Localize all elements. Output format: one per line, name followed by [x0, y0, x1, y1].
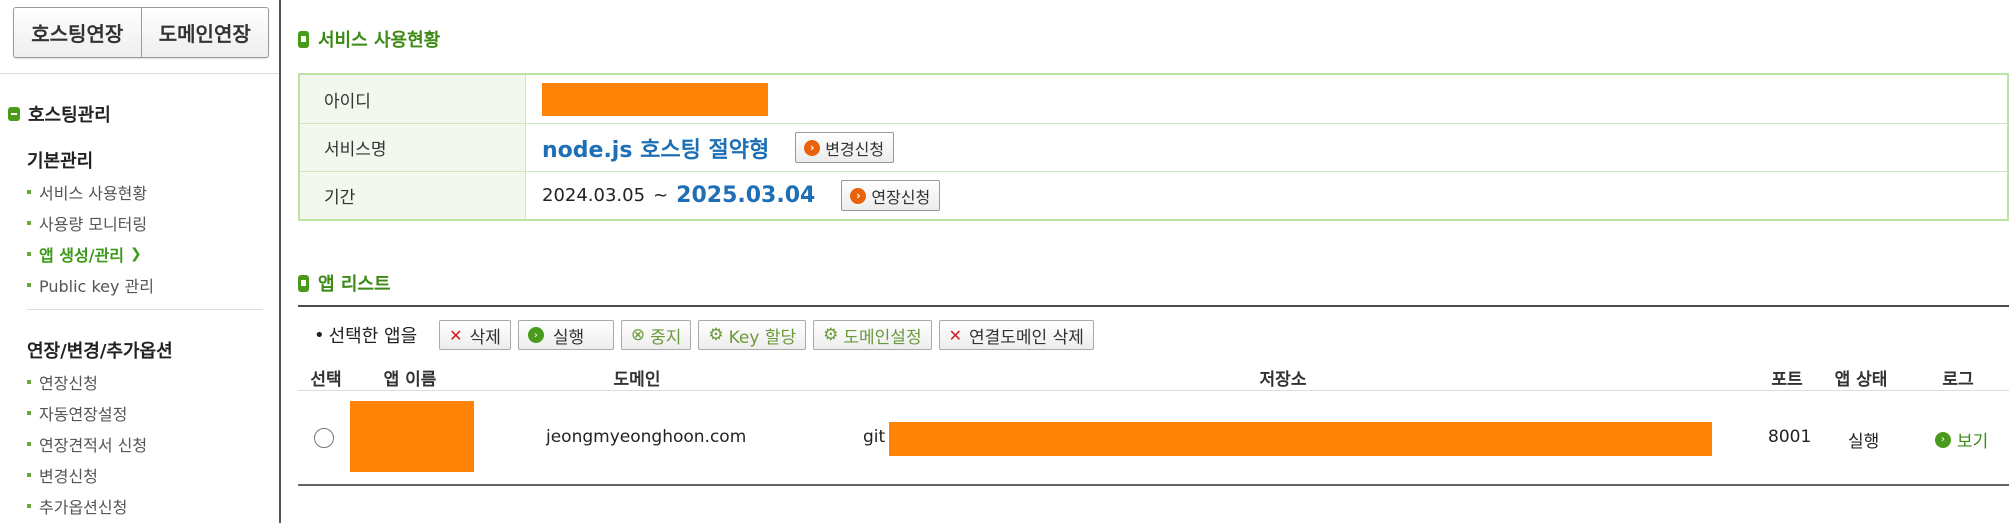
- id-label: 아이디: [300, 75, 526, 123]
- column-port: 포트: [1771, 370, 1803, 390]
- table-row: jeongmyeonghoon.com git 8001 실행 › 보기: [298, 392, 2009, 484]
- hosting-management-header: 호스팅관리: [8, 101, 111, 127]
- service-value: node.js 호스팅 절약형 › 변경신청: [526, 124, 2007, 171]
- sidebar: 호스팅연장 도메인연장 호스팅관리 기본관리 서비스 사용현황 사용량 모니터링…: [0, 0, 281, 523]
- usage-row-service: 서비스명 node.js 호스팅 절약형 › 변경신청: [300, 123, 2007, 171]
- section-bullet-icon: [298, 274, 309, 292]
- app-domain: jeongmyeonghoon.com: [546, 427, 747, 447]
- column-app-name: 앱 이름: [383, 370, 437, 390]
- assign-key-button[interactable]: ⚙ Key 할당: [698, 320, 807, 350]
- sidebar-item-public-key[interactable]: Public key 관리: [27, 269, 154, 300]
- service-usage-heading: 서비스 사용현황: [298, 26, 440, 52]
- extension-options-list: 연장신청 자동연장설정 연장견적서 신청 변경신청 추가옵션신청: [27, 366, 147, 521]
- basic-management-title: 기본관리: [27, 151, 94, 172]
- chevron-right-icon: ❯: [130, 245, 142, 262]
- start-date: 2024.03.05: [542, 185, 646, 206]
- arrow-circle-icon: ›: [1935, 431, 1951, 448]
- stop-app-button[interactable]: ⊗ 중지: [620, 320, 692, 350]
- period-label: 기간: [300, 172, 526, 219]
- column-repository: 저장소: [1259, 370, 1307, 390]
- date-separator: ~: [653, 185, 669, 206]
- close-icon: ✕: [449, 325, 463, 345]
- sidebar-divider: [0, 73, 279, 74]
- arrow-circle-icon: ›: [850, 187, 867, 204]
- service-name: node.js 호스팅 절약형: [542, 137, 770, 163]
- hosting-extension-tab[interactable]: 호스팅연장: [14, 8, 141, 57]
- gear-icon: ⚙: [708, 325, 724, 345]
- sidebar-item-auto-extension[interactable]: 자동연장설정: [27, 397, 147, 428]
- sidebar-item-extension-request[interactable]: 연장신청: [27, 366, 147, 397]
- usage-row-period: 기간 2024.03.05 ~ 2025.03.04 › 연장신청: [300, 171, 2007, 219]
- sidebar-item-change-request[interactable]: 변경신청: [27, 459, 147, 490]
- app-list-bottom-border: [298, 484, 2009, 486]
- gear-icon: ⚙: [823, 325, 839, 345]
- app-list-heading: 앱 리스트: [298, 270, 391, 296]
- stop-x-icon: ⊗: [630, 325, 646, 345]
- selected-apps-label: 선택한 앱을: [328, 326, 418, 347]
- period-value: 2024.03.05 ~ 2025.03.04 › 연장신청: [526, 172, 2007, 219]
- sidebar-item-service-usage[interactable]: 서비스 사용현황: [27, 176, 154, 207]
- basic-management-list: 서비스 사용현황 사용량 모니터링 앱 생성/관리 ❯ Public key 관리: [27, 176, 154, 300]
- domain-settings-button[interactable]: ⚙ 도메인설정: [813, 320, 932, 350]
- bullet-dot-icon: •: [314, 324, 325, 346]
- sidebar-item-usage-monitoring[interactable]: 사용량 모니터링: [27, 207, 154, 238]
- service-usage-table: 아이디 서비스명 node.js 호스팅 절약형 › 변경신청 기간 2024.…: [298, 73, 2009, 221]
- extension-options-title: 연장/변경/추가옵션: [27, 341, 173, 362]
- app-action-toolbar: • 선택한 앱을 ✕ 삭제 › 실행 ⊗ 중지 ⚙ Key 할당 ⚙ 도메인설정…: [314, 320, 1101, 350]
- play-circle-icon: ›: [527, 327, 544, 343]
- redacted-id: [542, 82, 768, 116]
- extension-tabs: 호스팅연장 도메인연장: [13, 7, 269, 58]
- end-date: 2025.03.04: [676, 183, 816, 208]
- column-app-status: 앱 상태: [1834, 370, 1888, 390]
- redacted-repository: [889, 422, 1712, 456]
- collapse-square-icon[interactable]: [8, 107, 20, 121]
- app-status: 실행: [1848, 432, 1880, 452]
- sidebar-item-app-management[interactable]: 앱 생성/관리 ❯: [27, 238, 154, 269]
- delete-app-button[interactable]: ✕ 삭제: [439, 320, 511, 350]
- sidebar-item-addon-request[interactable]: 추가옵션신청: [27, 490, 147, 521]
- app-port: 8001: [1768, 427, 1812, 447]
- close-icon: ✕: [948, 325, 962, 345]
- column-log: 로그: [1942, 370, 1974, 390]
- sidebar-group-divider: [27, 309, 263, 310]
- view-log-link[interactable]: › 보기: [1935, 427, 1988, 452]
- sidebar-item-extension-quote[interactable]: 연장견적서 신청: [27, 428, 147, 459]
- usage-row-id: 아이디: [300, 75, 2007, 123]
- arrow-circle-icon: ›: [804, 139, 821, 156]
- change-request-button[interactable]: › 변경신청: [795, 132, 895, 163]
- section-label: 호스팅관리: [28, 105, 111, 126]
- column-domain: 도메인: [613, 370, 661, 390]
- redacted-app-name: [350, 401, 474, 472]
- domain-extension-tab[interactable]: 도메인연장: [140, 8, 269, 57]
- section-bullet-icon: [298, 30, 309, 48]
- delete-linked-domain-button[interactable]: ✕ 연결도메인 삭제: [938, 320, 1094, 350]
- app-select-radio[interactable]: [314, 428, 334, 448]
- repo-prefix: git: [863, 427, 886, 447]
- page: 호스팅연장 도메인연장 호스팅관리 기본관리 서비스 사용현황 사용량 모니터링…: [0, 0, 2016, 523]
- column-select: 선택: [310, 370, 342, 390]
- app-table-header: 선택 앱 이름 도메인 저장소 포트 앱 상태 로그: [298, 363, 2009, 391]
- run-app-button[interactable]: › 실행: [517, 320, 614, 350]
- extension-request-button[interactable]: › 연장신청: [841, 180, 941, 211]
- service-label: 서비스명: [300, 124, 526, 171]
- id-value: [526, 75, 2007, 123]
- app-list-top-border: [298, 305, 2009, 307]
